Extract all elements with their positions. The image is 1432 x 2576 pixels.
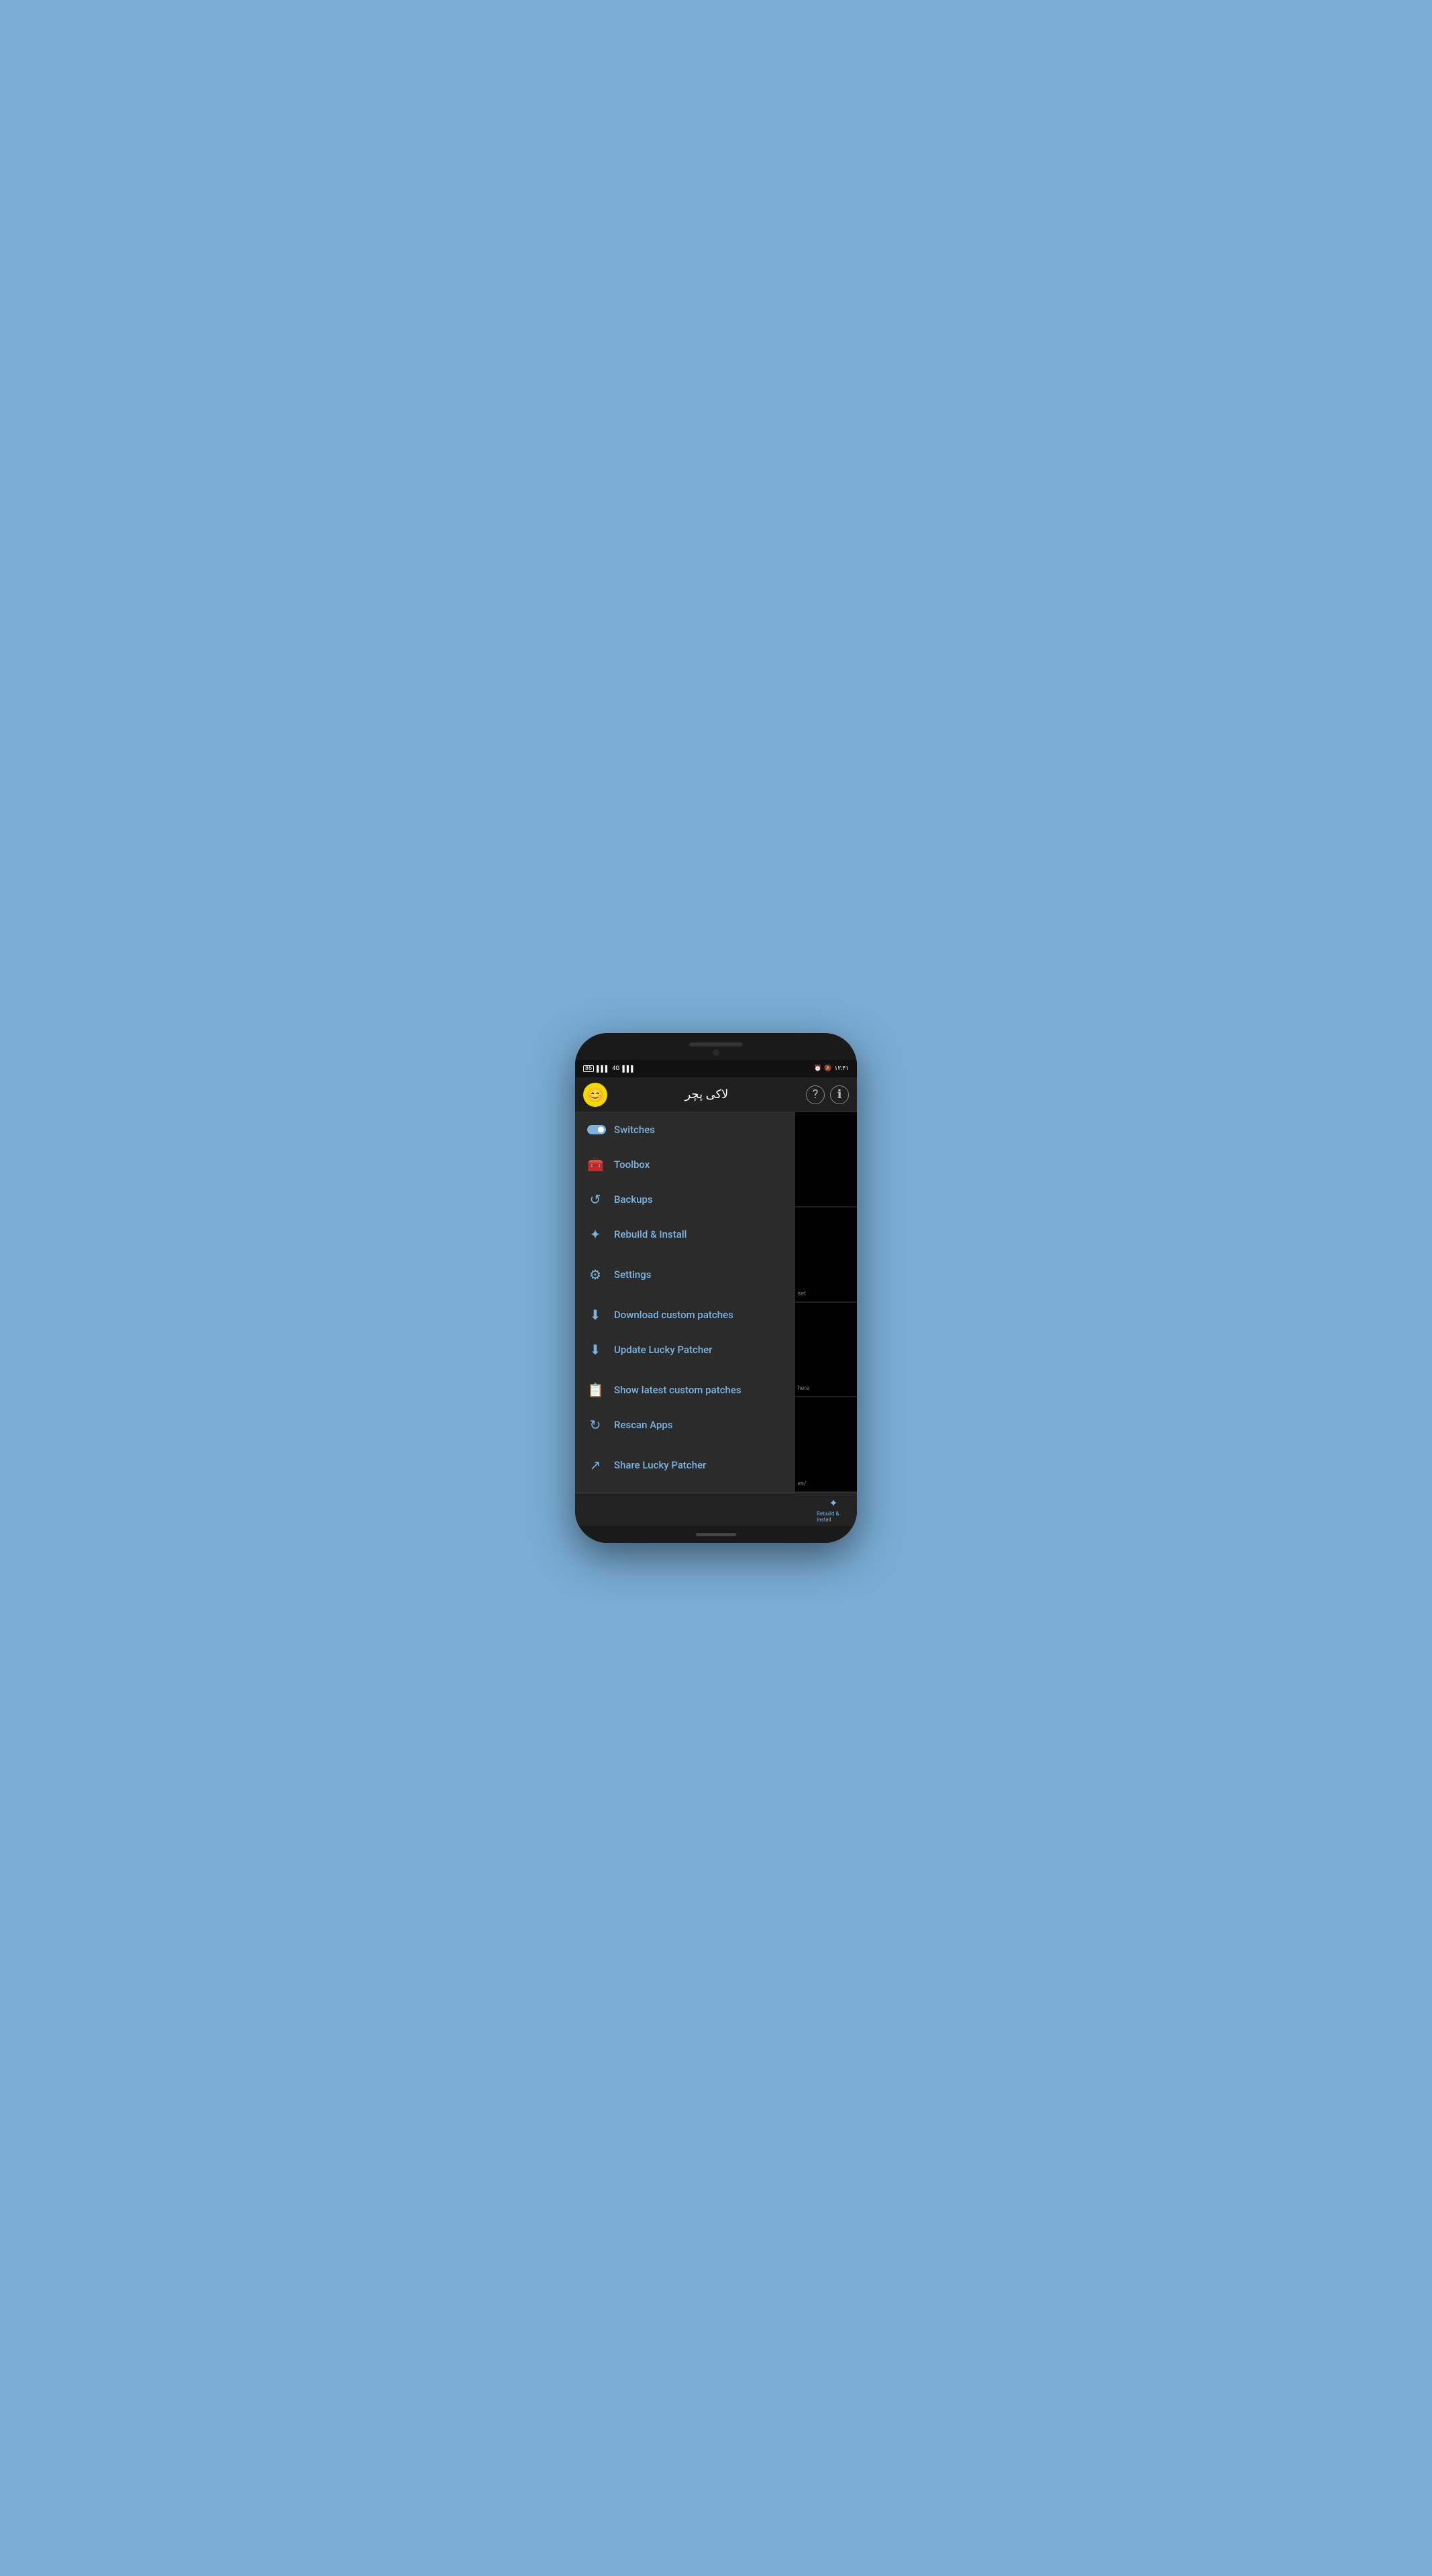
info-button[interactable]: ℹ: [830, 1085, 849, 1104]
status-bar: 86 ▌▌▌ 4G ▌▌▌ ⏰ 🔕 ۱۲:۴۱: [575, 1060, 857, 1077]
phone-screen: 86 ▌▌▌ 4G ▌▌▌ ⏰ 🔕 ۱۲:۴۱ 😊 لاکی پچر ? ℹ: [575, 1060, 857, 1526]
home-indicator: [696, 1533, 736, 1536]
phone-frame: 86 ▌▌▌ 4G ▌▌▌ ⏰ 🔕 ۱۲:۴۱ 😊 لاکی پچر ? ℹ: [575, 1033, 857, 1543]
drawer-item-update[interactable]: ⬇ Update Lucky Patcher: [575, 1332, 795, 1367]
speaker: [689, 1042, 743, 1046]
share-label: Share Lucky Patcher: [614, 1459, 706, 1471]
navigation-drawer: Switches 🧰 Toolbox ↺ Backups ✦ Rebuild &…: [575, 1112, 795, 1493]
rebuild-icon: ✦: [587, 1226, 603, 1242]
notification-icon: 🔕: [824, 1065, 831, 1072]
clock: ۱۲:۴۱: [834, 1065, 849, 1072]
backup-icon: ↺: [587, 1191, 603, 1208]
app-title: لاکی پچر: [607, 1087, 806, 1102]
bottom-rebuild-icon: ✦: [829, 1497, 837, 1509]
bottom-nav-rebuild[interactable]: ✦ Rebuild & Install: [817, 1497, 850, 1523]
battery-icon: 86: [583, 1065, 594, 1072]
drawer-item-help[interactable]: ❓ Help: [575, 1483, 795, 1493]
show-patches-label: Show latest custom patches: [614, 1384, 741, 1396]
camera: [713, 1049, 719, 1056]
rescan-icon: ↻: [587, 1417, 603, 1433]
drawer-item-toolbox[interactable]: 🧰 Toolbox: [575, 1147, 795, 1182]
help-button[interactable]: ?: [806, 1085, 825, 1104]
bottom-rebuild-label: Rebuild & Install: [817, 1511, 850, 1523]
battery-level: 86: [585, 1065, 592, 1072]
main-content: Switches 🧰 Toolbox ↺ Backups ✦ Rebuild &…: [575, 1112, 857, 1493]
drawer-item-rebuild-install[interactable]: ✦ Rebuild & Install: [575, 1217, 795, 1252]
download-patches-icon: ⬇: [587, 1307, 603, 1323]
switches-icon: [587, 1122, 603, 1138]
show-patches-icon: 📋: [587, 1382, 603, 1398]
drawer-item-show-patches[interactable]: 📋 Show latest custom patches: [575, 1373, 795, 1407]
app-bar-actions: ? ℹ: [806, 1085, 849, 1104]
alarm-icon: ⏰: [814, 1065, 821, 1072]
drawer-item-settings[interactable]: ⚙ Settings: [575, 1257, 795, 1292]
logo-emoji: 😊: [587, 1087, 604, 1103]
help-circle-icon: ❓: [587, 1492, 603, 1493]
settings-label: Settings: [614, 1269, 652, 1281]
backups-label: Backups: [614, 1193, 653, 1205]
toolbox-icon: 🧰: [587, 1157, 603, 1173]
signal-icon2: ▌▌▌: [622, 1065, 635, 1073]
download-patches-label: Download custom patches: [614, 1309, 733, 1321]
drawer-item-switches[interactable]: Switches: [575, 1112, 795, 1147]
switches-label: Switches: [614, 1124, 655, 1136]
bottom-nav: ✦ Rebuild & Install: [575, 1493, 857, 1526]
settings-icon: ⚙: [587, 1267, 603, 1283]
update-icon: ⬇: [587, 1342, 603, 1358]
app-bar: 😊 لاکی پچر ? ℹ: [575, 1077, 857, 1112]
update-label: Update Lucky Patcher: [614, 1344, 713, 1356]
toggle-icon: [587, 1125, 606, 1134]
share-icon: ↗: [587, 1457, 603, 1473]
status-left: 86 ▌▌▌ 4G ▌▌▌: [583, 1065, 635, 1073]
toolbox-label: Toolbox: [614, 1159, 650, 1171]
app-logo: 😊: [583, 1083, 607, 1107]
rescan-label: Rescan Apps: [614, 1419, 673, 1431]
status-right: ⏰ 🔕 ۱۲:۴۱: [814, 1065, 849, 1072]
rebuild-label: Rebuild & Install: [614, 1228, 686, 1240]
signal-icon: ▌▌▌: [597, 1065, 609, 1073]
network-type: 4G: [612, 1065, 619, 1072]
drawer-item-share[interactable]: ↗ Share Lucky Patcher: [575, 1448, 795, 1483]
drawer-item-download-patches[interactable]: ⬇ Download custom patches: [575, 1297, 795, 1332]
drawer-item-backups[interactable]: ↺ Backups: [575, 1182, 795, 1217]
drawer-item-rescan[interactable]: ↻ Rescan Apps: [575, 1407, 795, 1442]
